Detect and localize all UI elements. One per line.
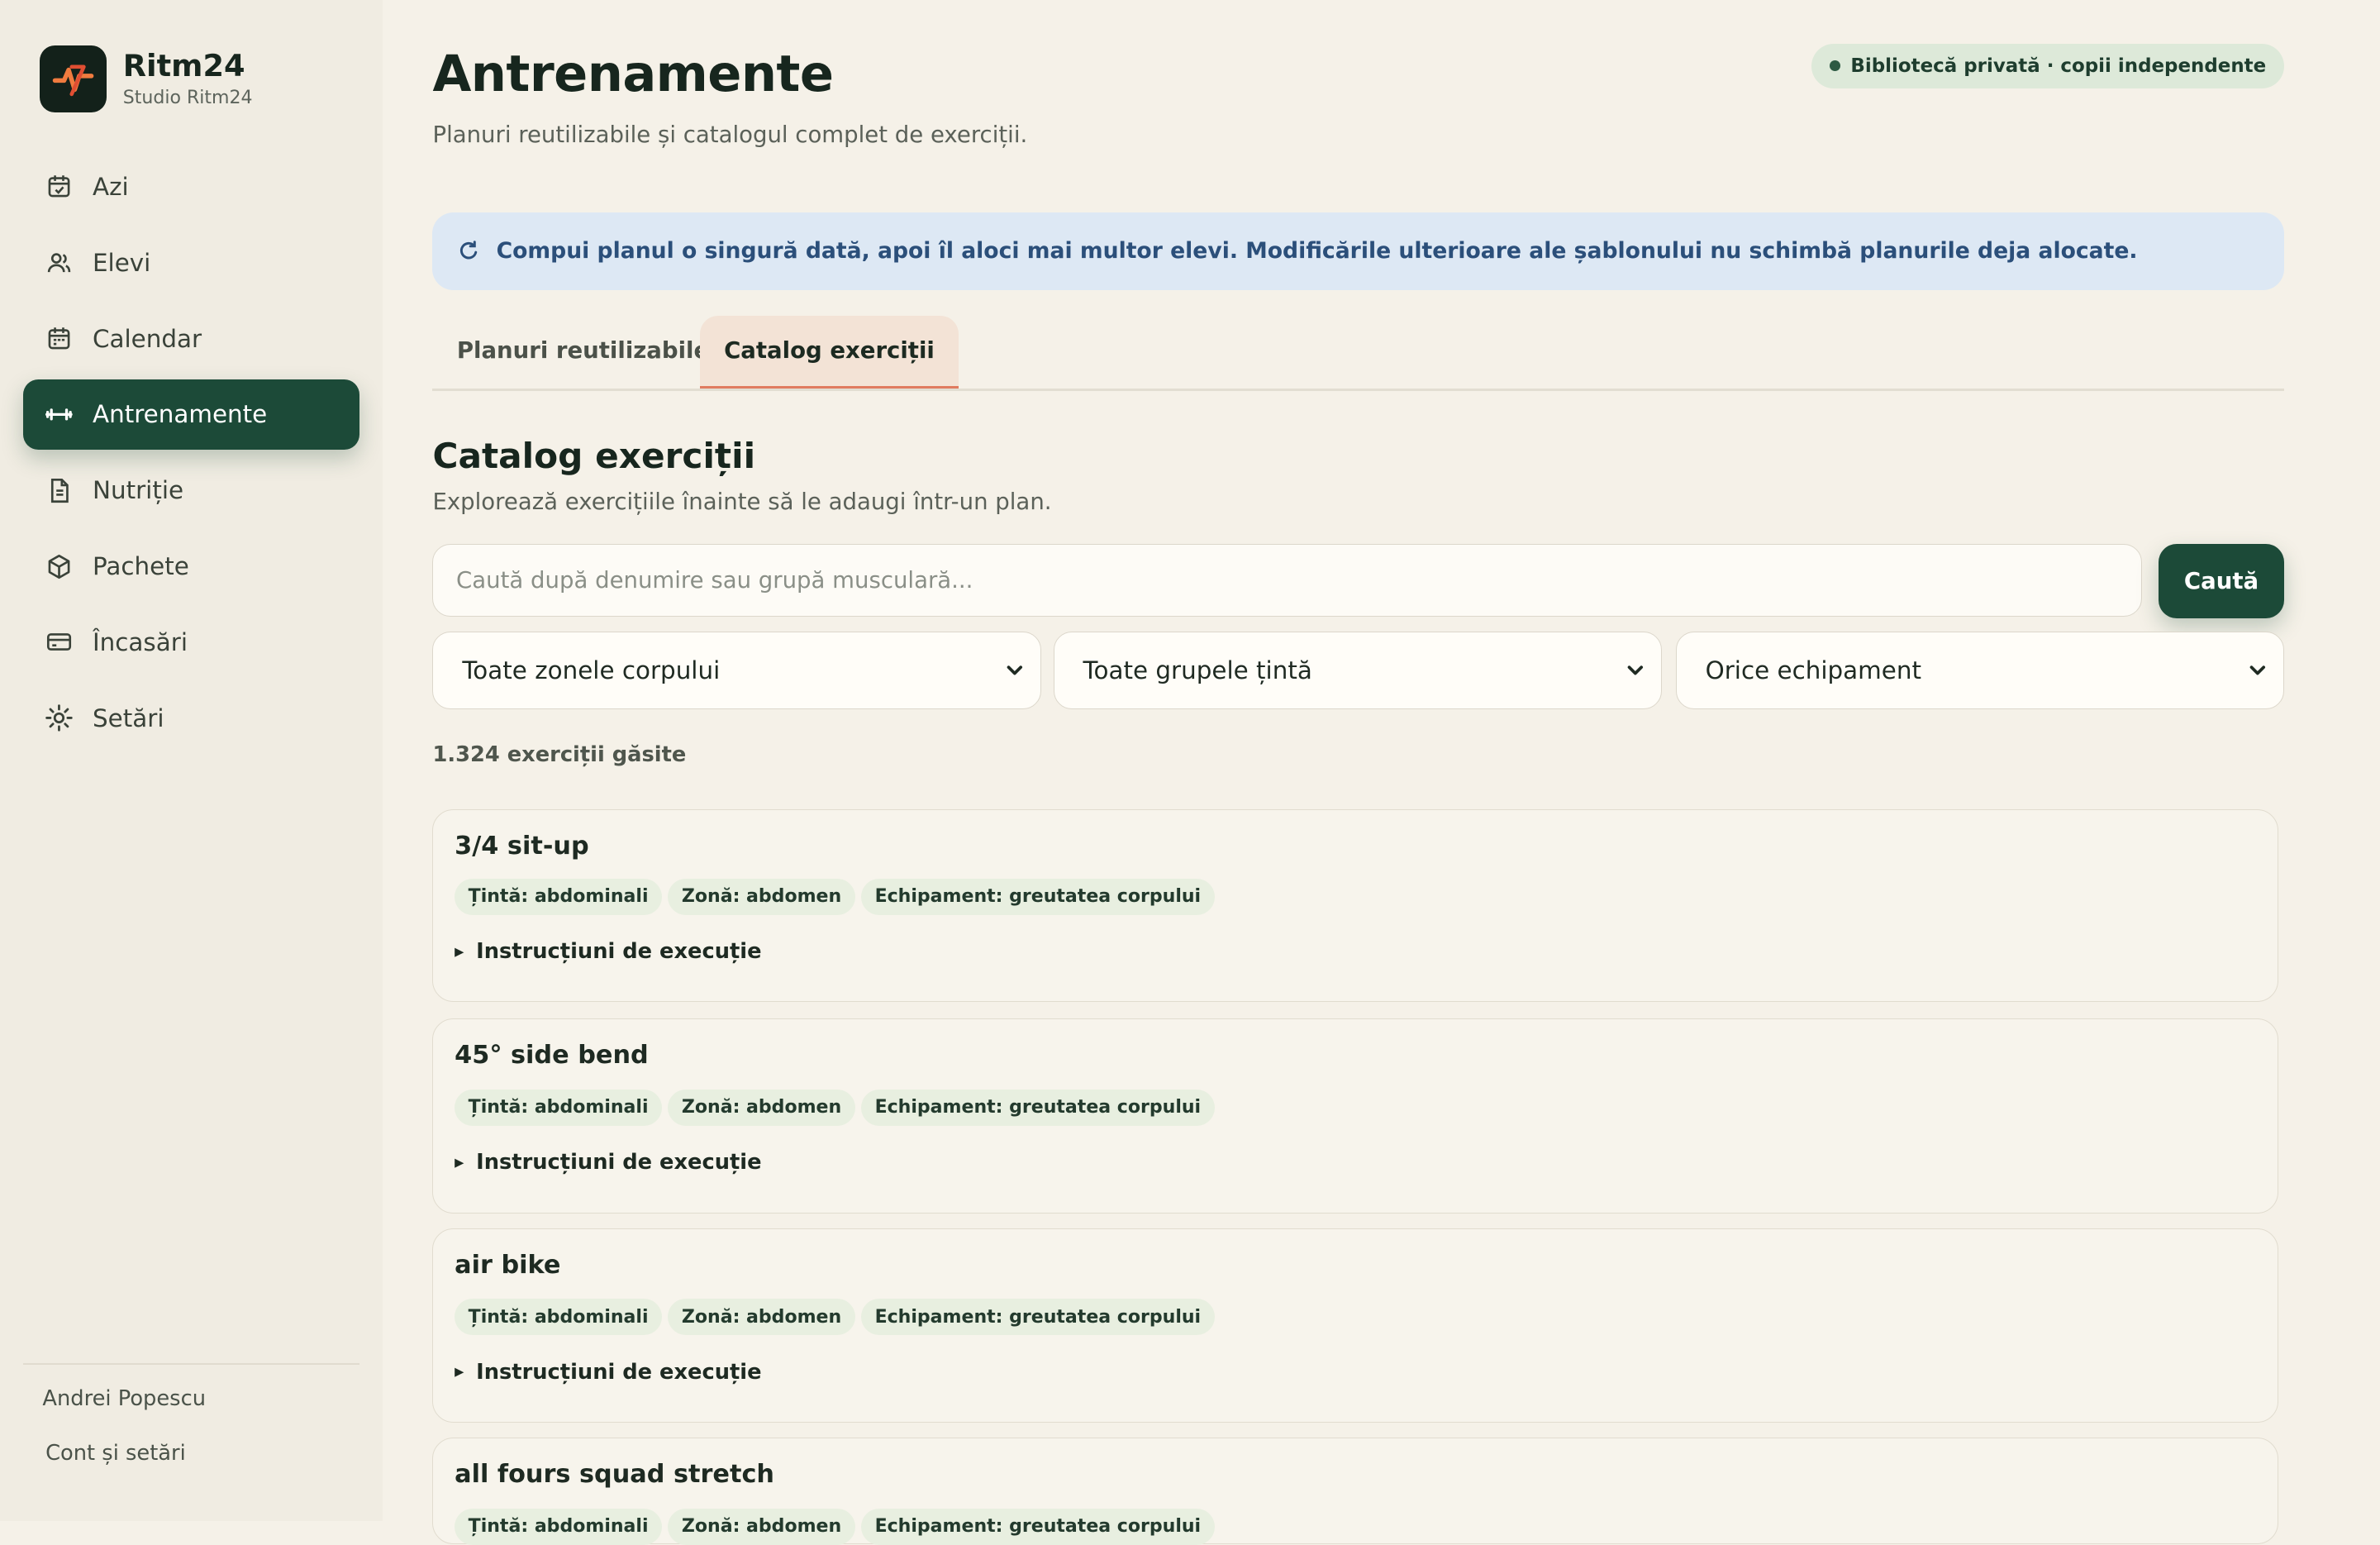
exercise-card: 45° side bend Țintă: abdominali Zonă: ab… [432,1018,2278,1214]
details-label: Instrucțiuni de execuție [476,1150,762,1175]
calendar-icon [44,323,74,354]
sidebar-item-nutritie[interactable]: Nutriție [23,455,360,525]
exercise-card: air bike Țintă: abdominali Zonă: abdomen… [432,1228,2278,1423]
sidebar-item-label: Încasări [93,627,188,656]
refresh-icon [457,239,481,263]
status-dot-icon [1829,60,1840,72]
status-badge-label: Bibliotecă privată · copii independente [1850,55,2267,77]
brand[interactable]: Ritm24 Studio Ritm24 [39,45,253,112]
exercise-tags: Țintă: abdominali Zonă: abdomen Echipame… [455,1299,1221,1336]
exercise-card: 3/4 sit-up Țintă: abdominali Zonă: abdom… [432,808,2278,1003]
details-label: Instrucțiuni de execuție [476,1359,762,1385]
body-zone-select[interactable]: Toate zonele corpului [432,632,1041,709]
target-group-select[interactable]: Toate grupele țintă [1053,632,1663,709]
chevron-down-icon [1007,665,1022,675]
sidebar-item-pachete[interactable]: Pachete [23,532,360,601]
sidebar-item-label: Setări [93,703,164,732]
sidebar-item-calendar[interactable]: Calendar [23,303,360,373]
status-badge: Bibliotecă privată · copii independente [1811,44,2285,88]
select-value: Toate grupele țintă [1083,656,1312,684]
tag-target: Țintă: abdominali [455,1299,663,1336]
sidebar-item-incasari[interactable]: Încasări [23,608,360,677]
execution-instructions-toggle[interactable]: ▶ Instrucțiuni de execuție [455,1360,761,1385]
package-icon [44,551,74,582]
credit-card-icon [44,627,74,658]
search-button[interactable]: Caută [2158,543,2285,618]
exercise-tags: Țintă: abdominali Zonă: abdomen Echipame… [455,878,1221,915]
execution-instructions-toggle[interactable]: ▶ Instrucțiuni de execuție [455,1150,761,1175]
sidebar-item-label: Pachete [93,552,189,581]
user-name: Andrei Popescu [42,1385,206,1411]
tag-zone: Zonă: abdomen [668,878,855,915]
dumbbell-icon [44,399,74,430]
tag-equipment: Echipament: greutatea corpului [861,878,1215,915]
tag-equipment: Echipament: greutatea corpului [861,1089,1215,1126]
section-subtitle: Explorează exercițiile înainte să le ada… [432,489,1052,516]
exercise-name: 45° side bend [455,1041,649,1071]
exercise-name: 3/4 sit-up [455,831,589,861]
chevron-down-icon [2249,665,2266,675]
document-icon [44,475,74,506]
details-label: Instrucțiuni de execuție [476,939,762,965]
tag-target: Țintă: abdominali [455,878,663,915]
tag-equipment: Echipament: greutatea corpului [861,1508,1215,1545]
calendar-check-icon [44,172,74,203]
tab-planuri-reutilizabile[interactable]: Planuri reutilizabile [432,316,733,385]
exercise-name: air bike [455,1250,561,1280]
sidebar-item-label: Elevi [93,248,151,277]
sidebar-item-azi[interactable]: Azi [23,152,360,222]
sidebar-item-label: Azi [93,172,129,201]
brand-name: Ritm24 [122,48,245,84]
tab-bar: Planuri reutilizabile Catalog exerciții [432,316,2285,392]
sidebar-item-label: Nutriție [93,476,184,505]
users-icon [44,247,74,278]
chevron-down-icon [1627,665,1644,675]
brand-subtitle: Studio Ritm24 [122,87,253,108]
tag-zone: Zonă: abdomen [668,1508,855,1545]
info-banner: Compui planul o singură dată, apoi îl al… [432,212,2285,290]
tag-zone: Zonă: abdomen [668,1299,855,1336]
exercise-tags: Țintă: abdominali Zonă: abdomen Echipame… [455,1508,1221,1545]
results-count: 1.324 exerciții găsite [432,742,687,768]
page-subtitle: Planuri reutilizabile și catalogul compl… [432,121,1028,148]
equipment-select[interactable]: Orice echipament [1675,632,2285,709]
disclosure-triangle-icon: ▶ [455,1155,464,1170]
tag-zone: Zonă: abdomen [668,1089,855,1126]
tag-target: Țintă: abdominali [455,1508,663,1545]
select-value: Orice echipament [1705,656,1921,684]
disclosure-triangle-icon: ▶ [455,944,464,959]
info-banner-text: Compui planul o singură dată, apoi îl al… [496,238,2138,265]
sidebar-item-antrenamente[interactable]: Antrenamente [22,379,360,450]
tab-catalog-exercitii[interactable]: Catalog exerciții [699,316,959,389]
account-settings-link[interactable]: Cont și setări [45,1441,186,1466]
sidebar: Ritm24 Studio Ritm24 Azi Elevi Calendar … [0,0,383,1522]
exercise-card: all fours squad stretch Țintă: abdominal… [432,1438,2278,1545]
sidebar-item-elevi[interactable]: Elevi [23,227,360,297]
disclosure-triangle-icon: ▶ [455,1365,464,1380]
gear-icon [44,703,74,733]
app-logo [39,45,107,112]
section-title: Catalog exerciții [432,436,756,477]
search-input[interactable] [432,543,2142,617]
select-value: Toate zonele corpului [462,656,721,684]
execution-instructions-toggle[interactable]: ▶ Instrucțiuni de execuție [455,939,761,964]
sidebar-item-label: Antrenamente [93,400,268,429]
sidebar-divider [22,1363,360,1366]
sidebar-nav: Azi Elevi Calendar Antrenamente Nutriție… [22,152,360,760]
sidebar-item-label: Calendar [93,324,202,353]
tag-target: Țintă: abdominali [455,1089,663,1126]
sidebar-item-setari[interactable]: Setări [23,683,360,752]
tag-equipment: Echipament: greutatea corpului [861,1299,1215,1336]
exercise-name: all fours squad stretch [455,1460,774,1490]
exercise-tags: Țintă: abdominali Zonă: abdomen Echipame… [455,1089,1221,1126]
page-title: Antrenamente [432,45,834,104]
